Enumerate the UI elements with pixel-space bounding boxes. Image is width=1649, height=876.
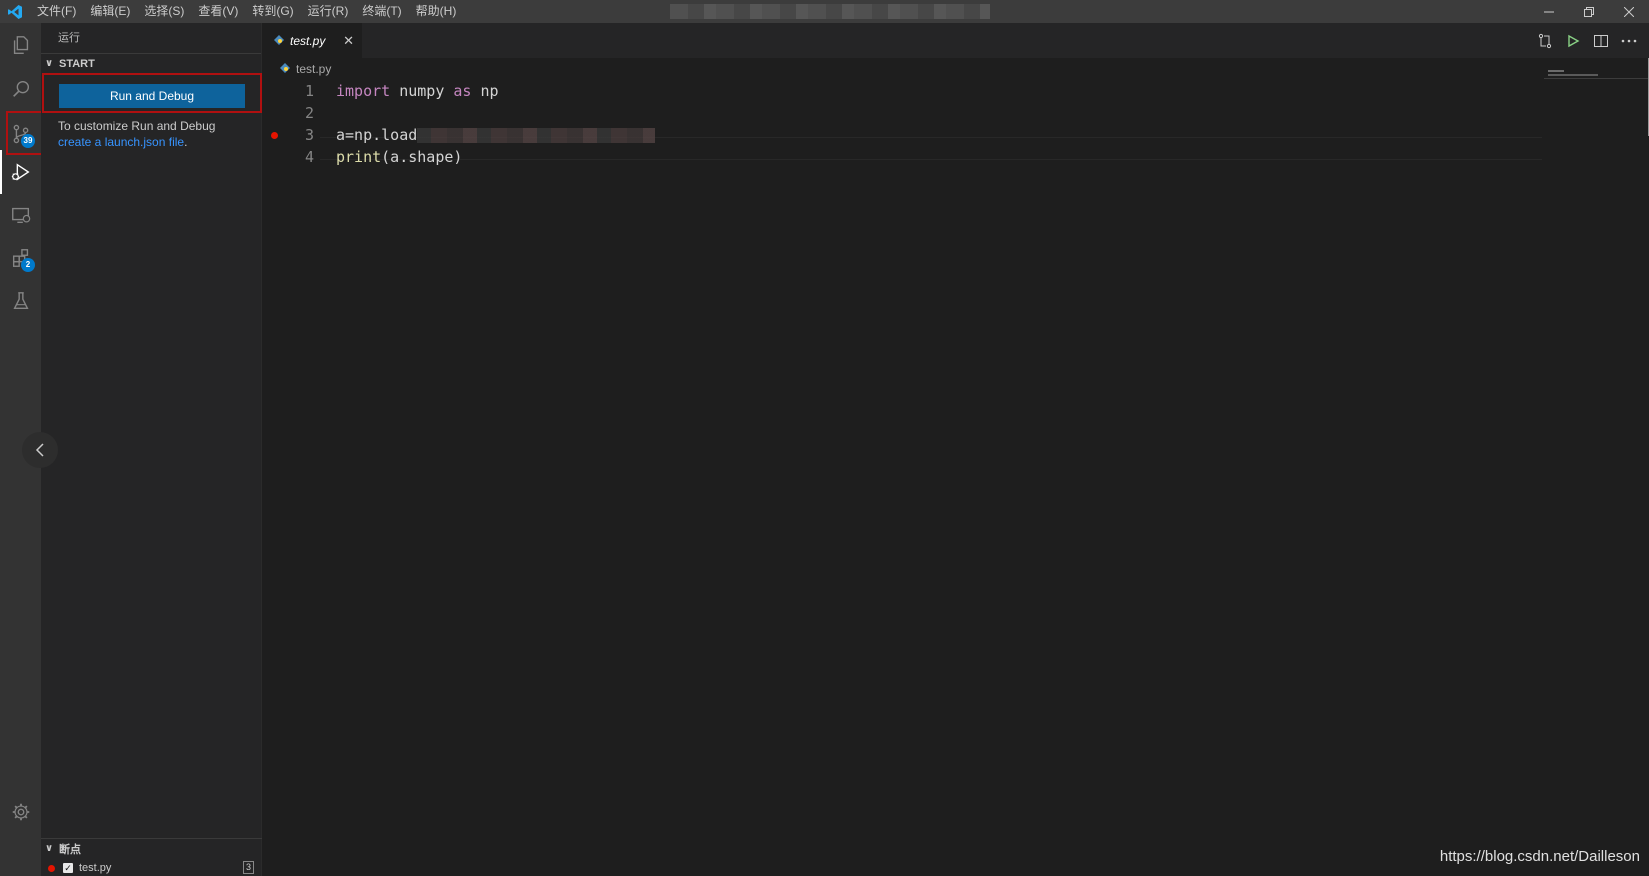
breakpoint-count-badge: 3 [243, 861, 254, 874]
launch-help-text: To customize Run and Debug create a laun… [58, 118, 248, 150]
line-number: 3 [304, 126, 314, 144]
code-line: 2 [262, 102, 1542, 125]
run-python-file-icon[interactable] [1559, 27, 1587, 55]
extensions-icon[interactable]: 2 [0, 236, 41, 280]
chevron-down-icon: ∨ [45, 843, 54, 854]
split-editor-icon[interactable] [1587, 27, 1615, 55]
extensions-badge: 2 [21, 258, 35, 272]
menu-bar: 文件(F) 编辑(E) 选择(S) 查看(V) 转到(G) 运行(R) 终端(T… [30, 0, 463, 23]
create-launch-json-link[interactable]: create a launch.json file [58, 135, 184, 149]
gear-icon[interactable] [0, 790, 41, 834]
breakpoint-icon[interactable] [271, 132, 278, 139]
search-icon[interactable] [0, 67, 41, 111]
restore-icon[interactable] [1569, 0, 1609, 23]
minimize-icon[interactable] [1529, 0, 1569, 23]
start-section-label: START [59, 57, 95, 70]
code-line: 3 a=np.load [262, 124, 1542, 147]
code-text: print(a.shape) [336, 148, 463, 166]
breakpoints-section-label: 断点 [59, 843, 81, 856]
run-debug-sidebar: 运行 ∨ START Run and Debug To customize Ru… [41, 23, 262, 876]
code-line: 4 print(a.shape) [262, 146, 1542, 169]
python-file-icon [274, 33, 284, 48]
more-actions-icon[interactable] [1615, 27, 1643, 55]
menu-selection[interactable]: 选择(S) [137, 0, 191, 23]
menu-view[interactable]: 查看(V) [191, 0, 245, 23]
menu-terminal[interactable]: 终端(T) [355, 0, 408, 23]
minimap-line [1548, 74, 1598, 76]
menu-file[interactable]: 文件(F) [30, 0, 83, 23]
code-text: a=np.load [336, 124, 656, 147]
breakpoint-checkbox[interactable]: ✓ [63, 863, 73, 873]
code-line: 1 import numpy as np [262, 80, 1542, 103]
line-number: 2 [304, 104, 314, 122]
menu-go[interactable]: 转到(G) [245, 0, 300, 23]
python-file-icon [280, 62, 290, 76]
redacted-path [417, 128, 656, 143]
breadcrumb[interactable]: test.py [262, 58, 331, 80]
window-controls [1529, 0, 1649, 23]
testing-icon[interactable] [0, 279, 41, 323]
sidebar-title: 运行 [58, 32, 80, 44]
breakpoint-item[interactable]: ✓ test.py 3 [41, 859, 262, 876]
breakpoint-file-name: test.py [79, 862, 112, 874]
close-tab-icon[interactable]: ✕ [343, 33, 354, 49]
menu-edit[interactable]: 编辑(E) [83, 0, 137, 23]
open-changes-icon[interactable] [1531, 27, 1559, 55]
collapse-sidebar-button[interactable] [22, 432, 58, 468]
explorer-icon[interactable] [0, 23, 41, 67]
editor-actions [1531, 23, 1643, 58]
menu-run[interactable]: 运行(R) [301, 0, 356, 23]
editor-tab-bar: test.py ✕ [262, 23, 1649, 58]
tab-label: test.py [290, 33, 326, 48]
line-number: 4 [304, 148, 314, 166]
run-and-debug-button[interactable]: Run and Debug [59, 84, 245, 108]
title-bar: 文件(F) 编辑(E) 选择(S) 查看(V) 转到(G) 运行(R) 终端(T… [0, 0, 1649, 23]
watermark: https://blog.csdn.net/Dailleson [1439, 848, 1640, 865]
line-number: 1 [304, 82, 314, 100]
help-text-suffix: . [184, 135, 188, 149]
breakpoint-dot-icon [48, 864, 55, 872]
code-text: import numpy as np [336, 82, 499, 100]
help-text-prefix: To customize Run and Debug [58, 119, 216, 133]
remote-explorer-icon[interactable] [0, 193, 41, 237]
minimap[interactable] [1544, 58, 1649, 858]
window-title-redacted [670, 4, 990, 19]
run-debug-icon[interactable] [0, 150, 41, 194]
breakpoints-section-header[interactable]: ∨ 断点 [41, 838, 262, 858]
close-icon[interactable] [1609, 0, 1649, 23]
minimap-viewport [1544, 78, 1649, 79]
start-section-header[interactable]: ∨ START [41, 53, 261, 73]
tab-test-py[interactable]: test.py ✕ [262, 23, 362, 58]
chevron-down-icon: ∨ [45, 58, 54, 69]
breadcrumb-file[interactable]: test.py [296, 62, 331, 76]
code-editor[interactable]: 1 import numpy as np 2 3 a=np.load 4 pri… [262, 80, 1542, 860]
vscode-logo-icon [0, 0, 30, 23]
menu-help[interactable]: 帮助(H) [409, 0, 464, 23]
minimap-line [1548, 70, 1564, 72]
